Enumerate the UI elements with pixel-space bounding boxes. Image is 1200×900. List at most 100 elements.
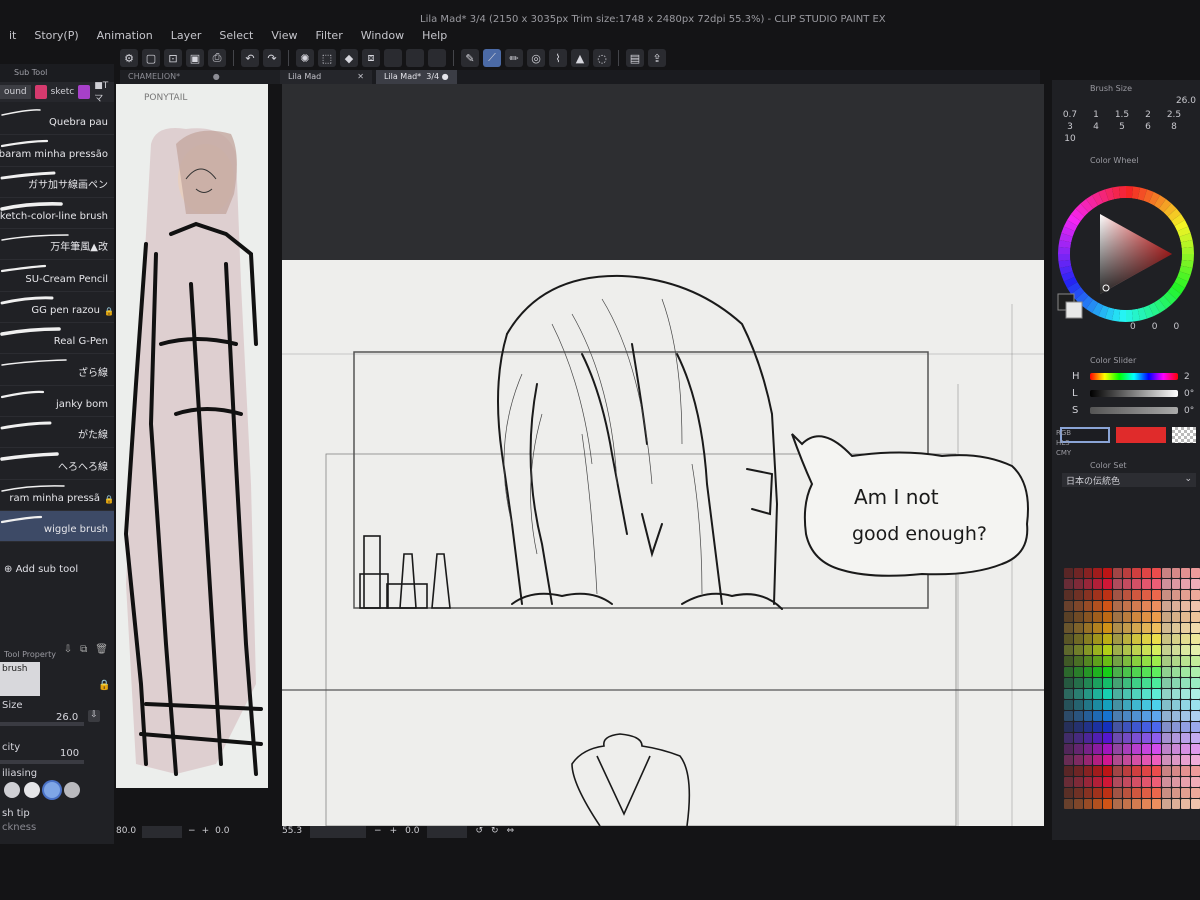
redo-icon[interactable]: ↷ [263, 49, 281, 67]
color-swatch[interactable] [1142, 568, 1152, 578]
new-file-icon[interactable]: ▢ [142, 49, 160, 67]
color-swatch[interactable] [1112, 744, 1122, 754]
tab-lila-mad-active[interactable]: Lila Mad* 3/4 ● [375, 70, 457, 84]
color-swatch[interactable] [1064, 777, 1073, 787]
color-swatch[interactable] [1181, 656, 1191, 666]
color-swatch[interactable] [1083, 645, 1093, 655]
color-swatch[interactable] [1132, 722, 1142, 732]
color-swatch[interactable] [1122, 788, 1132, 798]
color-swatch[interactable] [1103, 590, 1112, 600]
color-swatch[interactable] [1083, 689, 1093, 699]
hue-ring-segment[interactable] [1058, 254, 1071, 262]
color-swatch[interactable] [1161, 568, 1171, 578]
color-swatch[interactable] [1073, 722, 1083, 732]
menu-item-8[interactable]: Help [413, 26, 456, 44]
tab-ground[interactable]: ound [0, 85, 31, 99]
color-swatch[interactable] [1142, 656, 1152, 666]
color-swatch[interactable] [1152, 733, 1161, 743]
color-swatch[interactable] [1161, 689, 1171, 699]
color-swatch[interactable] [1181, 568, 1191, 578]
color-swatch[interactable] [1171, 612, 1181, 622]
color-swatch[interactable] [1083, 678, 1093, 688]
color-swatch[interactable] [1064, 711, 1073, 721]
color-swatch[interactable] [1142, 634, 1152, 644]
brush-size-preset[interactable]: 2 [1136, 110, 1160, 120]
brush-size-preset[interactable]: 2.5 [1162, 110, 1186, 120]
hue-ring-segment[interactable] [1118, 309, 1126, 322]
color-swatch[interactable] [1161, 700, 1171, 710]
color-swatch[interactable] [1161, 755, 1171, 765]
color-swatch[interactable] [1103, 645, 1112, 655]
color-swatch[interactable] [1152, 590, 1161, 600]
color-swatch[interactable] [1171, 590, 1181, 600]
trash-icon[interactable]: 🗑 [95, 644, 108, 656]
reference-zoom[interactable]: 80.0 [116, 826, 136, 838]
color-swatch[interactable] [1103, 766, 1112, 776]
color-swatch[interactable] [1112, 788, 1122, 798]
color-swatch[interactable] [1152, 568, 1161, 578]
color-swatch[interactable] [1073, 623, 1083, 633]
tab-lila-mad[interactable]: Lila Mad ✕ [280, 70, 372, 84]
color-swatch[interactable] [1103, 744, 1112, 754]
color-swatch[interactable] [1122, 634, 1132, 644]
color-swatch[interactable] [1083, 601, 1093, 611]
color-swatch[interactable] [1122, 722, 1132, 732]
sub-tool-item[interactable]: へろへろ線 [0, 448, 114, 480]
aa-strong-option[interactable] [64, 782, 80, 798]
color-swatch[interactable] [1171, 799, 1181, 809]
export-icon[interactable]: ⇪ [648, 49, 666, 67]
color-swatch[interactable] [1103, 788, 1112, 798]
menu-item-0[interactable]: it [0, 26, 25, 44]
hue-ring-segment[interactable] [1126, 186, 1134, 199]
color-swatch[interactable] [1142, 612, 1152, 622]
marker-icon[interactable]: ▲ [571, 49, 589, 67]
color-swatch[interactable] [1191, 766, 1200, 776]
color-swatch[interactable] [1112, 777, 1122, 787]
color-swatch[interactable] [1142, 689, 1152, 699]
color-swatch[interactable] [1152, 766, 1161, 776]
color-swatch[interactable] [1122, 711, 1132, 721]
color-swatch[interactable] [1152, 656, 1161, 666]
color-swatch[interactable] [1132, 623, 1142, 633]
color-swatch[interactable] [1181, 590, 1191, 600]
color-swatch[interactable] [1152, 799, 1161, 809]
color-swatch[interactable] [1132, 755, 1142, 765]
color-swatch[interactable] [1171, 656, 1181, 666]
hue-ring-segment[interactable] [1181, 246, 1194, 254]
color-swatch[interactable] [1171, 667, 1181, 677]
menu-item-1[interactable]: Story(P) [25, 26, 87, 44]
color-swatch[interactable] [1142, 744, 1152, 754]
color-swatch[interactable] [1191, 711, 1200, 721]
color-swatch[interactable] [1181, 634, 1191, 644]
color-swatch[interactable] [1083, 700, 1093, 710]
hue-track[interactable] [1090, 373, 1178, 380]
color-swatch[interactable] [1103, 689, 1112, 699]
saturation-track[interactable] [1090, 407, 1178, 414]
color-swatch[interactable] [1122, 601, 1132, 611]
color-swatch[interactable] [1112, 722, 1122, 732]
lightness-track[interactable] [1090, 390, 1178, 397]
color-swatch[interactable] [1181, 612, 1191, 622]
color-swatch[interactable] [1064, 568, 1073, 578]
color-swatch[interactable] [1191, 788, 1200, 798]
color-swatch[interactable] [1191, 579, 1200, 589]
color-swatch[interactable] [1161, 634, 1171, 644]
sub-tool-item[interactable]: 万年筆風▲改 [0, 229, 114, 261]
color-swatch[interactable] [1093, 755, 1103, 765]
color-swatch[interactable] [1171, 601, 1181, 611]
color-swatch[interactable] [1064, 623, 1073, 633]
color-swatch[interactable] [1093, 799, 1103, 809]
color-swatch[interactable] [1083, 568, 1093, 578]
brush-size-preset[interactable]: 3 [1058, 122, 1082, 132]
color-swatch[interactable] [1112, 656, 1122, 666]
reference-canvas[interactable]: PONYTAIL [116, 84, 268, 788]
color-swatch[interactable] [1064, 744, 1073, 754]
color-swatch[interactable] [1161, 623, 1171, 633]
color-swatch[interactable] [1142, 623, 1152, 633]
color-swatch[interactable] [1152, 667, 1161, 677]
color-swatch[interactable] [1142, 788, 1152, 798]
color-swatch[interactable] [1073, 733, 1083, 743]
color-swatch[interactable] [1191, 700, 1200, 710]
color-swatch[interactable] [1112, 634, 1122, 644]
sub-tool-item[interactable]: Sketch-color-line brush [0, 198, 114, 230]
